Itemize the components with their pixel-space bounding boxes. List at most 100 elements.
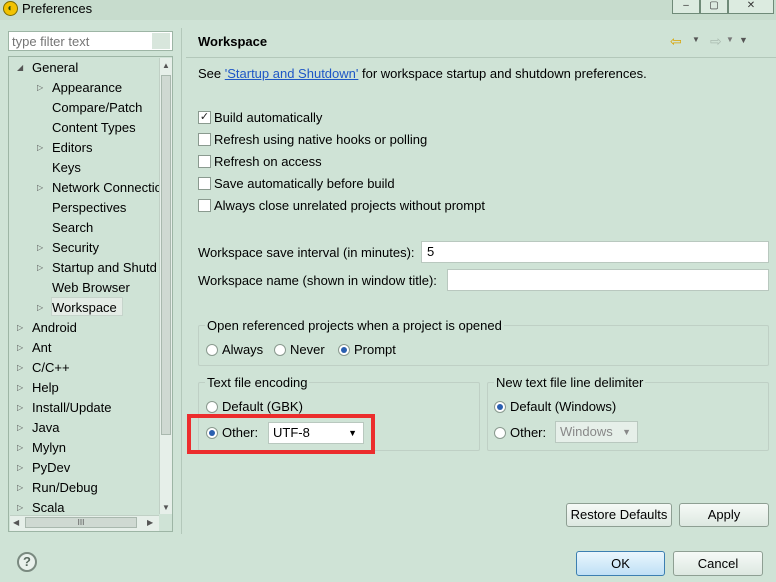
tree-item-label: Startup and Shutd [52, 260, 157, 275]
filter-input[interactable] [8, 31, 173, 51]
back-history-dropdown-icon[interactable]: ▼ [692, 35, 700, 44]
encoding-default-radio[interactable] [206, 401, 218, 413]
collapsed-arrow-icon[interactable]: ▷ [37, 258, 43, 278]
tree-vertical-scroll-thumb[interactable] [161, 75, 171, 435]
expanded-arrow-icon[interactable]: ◢ [17, 58, 23, 78]
scroll-left-arrow-icon[interactable]: ◀ [13, 518, 19, 527]
help-icon[interactable]: ? [17, 552, 37, 572]
eclipse-app-icon: ◐ [3, 1, 18, 16]
close-button[interactable]: ✕ [728, 0, 774, 14]
tree-item-security[interactable]: ▷ Security [9, 238, 159, 258]
delimiter-other-radio[interactable] [494, 427, 506, 439]
intro-prefix: See [198, 66, 225, 81]
collapsed-arrow-icon[interactable]: ▷ [17, 358, 23, 378]
cancel-button[interactable]: Cancel [673, 551, 763, 576]
tree-item-label: C/C++ [32, 360, 70, 375]
open-referenced-never-radio[interactable] [274, 344, 286, 356]
tree-item-search[interactable]: Search [9, 218, 159, 238]
collapsed-arrow-icon[interactable]: ▷ [37, 178, 43, 198]
header-separator [186, 57, 776, 58]
restore-defaults-button[interactable]: Restore Defaults [566, 503, 672, 527]
tree-item-workspace[interactable]: ▷ Workspace [9, 298, 159, 318]
refresh-on-access-checkbox[interactable] [198, 155, 211, 168]
tree-item-keys[interactable]: Keys [9, 158, 159, 178]
delimiter-default-radio[interactable] [494, 401, 506, 413]
tree-item-content-types[interactable]: Content Types [9, 118, 159, 138]
ok-button[interactable]: OK [576, 551, 665, 576]
tree-item-label: Workspace [52, 300, 117, 315]
collapsed-arrow-icon[interactable]: ▷ [17, 418, 23, 438]
tree-item-mylyn[interactable]: ▷ Mylyn [9, 438, 159, 458]
tree-item-help[interactable]: ▷ Help [9, 378, 159, 398]
tree-item-java[interactable]: ▷ Java [9, 418, 159, 438]
tree-item-ant[interactable]: ▷ Ant [9, 338, 159, 358]
collapsed-arrow-icon[interactable]: ▷ [17, 478, 23, 498]
forward-history-dropdown-icon[interactable]: ▼ [726, 35, 734, 44]
tree-item-android[interactable]: ▷ Android [9, 318, 159, 338]
tree-item-label: Content Types [52, 120, 136, 135]
build-automatically-label: Build automatically [214, 110, 323, 125]
tree-item-label: Web Browser [52, 280, 130, 295]
delimiter-other-label: Other: [510, 425, 547, 440]
tree-item-install-update[interactable]: ▷ Install/Update [9, 398, 159, 418]
tree-item-label: Perspectives [52, 200, 127, 215]
tree-item-web-browser[interactable]: Web Browser [9, 278, 159, 298]
tree-item-appearance[interactable]: ▷ Appearance [9, 78, 159, 98]
scroll-down-arrow-icon[interactable]: ▼ [162, 503, 170, 512]
line-delimiter-legend: New text file line delimiter [496, 375, 644, 390]
collapsed-arrow-icon[interactable]: ▷ [17, 438, 23, 458]
open-referenced-prompt-label: Prompt [354, 342, 396, 357]
forward-arrow-icon[interactable]: ⇨ [710, 33, 722, 50]
tree-item-label: Appearance [52, 80, 123, 95]
collapsed-arrow-icon[interactable]: ▷ [17, 318, 23, 338]
close-unrelated-projects-checkbox[interactable] [198, 199, 211, 212]
tree-item-editors[interactable]: ▷ Editors [9, 138, 159, 158]
delimiter-combo[interactable]: Windows ▼ [555, 421, 638, 443]
open-referenced-prompt-radio[interactable] [338, 344, 350, 356]
tree-item-label: Java [32, 420, 60, 435]
maximize-button[interactable]: ▢ [700, 0, 728, 14]
window-title: Preferences [22, 1, 93, 16]
startup-shutdown-link[interactable]: 'Startup and Shutdown' [225, 66, 359, 81]
apply-button[interactable]: Apply [679, 503, 769, 527]
collapsed-arrow-icon[interactable]: ▷ [37, 138, 43, 158]
tree-item-pydev[interactable]: ▷ PyDev [9, 458, 159, 478]
workspace-name-input[interactable] [447, 269, 769, 291]
refresh-native-hooks-label: Refresh using native hooks or polling [214, 132, 428, 147]
tree-item-network-connectio[interactable]: ▷ Network Connectio [9, 178, 162, 198]
tree-item-startup-and-shutd[interactable]: ▷ Startup and Shutd [9, 258, 159, 278]
collapsed-arrow-icon[interactable]: ▷ [17, 398, 23, 418]
tree-item-label: PyDev [32, 460, 71, 475]
intro-suffix: for workspace startup and shutdown prefe… [358, 66, 647, 81]
tree-item-label: Search [52, 220, 94, 235]
view-menu-icon[interactable]: ▼ [739, 35, 748, 45]
save-interval-input[interactable]: 5 [421, 241, 769, 263]
delimiter-combo-value: Windows [560, 424, 613, 439]
open-referenced-always-label: Always [222, 342, 264, 357]
refresh-native-hooks-checkbox[interactable] [198, 133, 211, 146]
tree-item-label: Run/Debug [32, 480, 98, 495]
encoding-default-label: Default (GBK) [222, 399, 303, 414]
collapsed-arrow-icon[interactable]: ▷ [37, 78, 43, 98]
clear-filter-icon[interactable] [152, 33, 170, 49]
back-arrow-icon[interactable]: ⇦ [670, 33, 682, 50]
tree-item-general[interactable]: ◢ General [9, 58, 159, 78]
collapsed-arrow-icon[interactable]: ▷ [37, 238, 43, 258]
open-referenced-always-radio[interactable] [206, 344, 218, 356]
tree-item-perspectives[interactable]: Perspectives [9, 198, 159, 218]
scroll-up-arrow-icon[interactable]: ▲ [162, 61, 170, 70]
tree-item-run-debug[interactable]: ▷ Run/Debug [9, 478, 159, 498]
save-before-build-checkbox[interactable] [198, 177, 211, 190]
tree-item-label: General [32, 60, 79, 75]
collapsed-arrow-icon[interactable]: ▷ [37, 298, 43, 318]
collapsed-arrow-icon[interactable]: ▷ [17, 458, 23, 478]
collapsed-arrow-icon[interactable]: ▷ [17, 338, 23, 358]
preferences-tree[interactable]: ◢ General ▷ Appearance Compare/Patch Content … [8, 56, 173, 532]
collapsed-arrow-icon[interactable]: ▷ [17, 378, 23, 398]
tree-item-compare-patch[interactable]: Compare/Patch [9, 98, 159, 118]
tree-horizontal-scroll-thumb[interactable]: III [25, 517, 137, 528]
minimize-button[interactable]: – [672, 0, 700, 14]
build-automatically-checkbox[interactable]: ✓ [198, 111, 211, 124]
scroll-right-arrow-icon[interactable]: ▶ [147, 518, 153, 527]
tree-item-c-c-[interactable]: ▷ C/C++ [9, 358, 159, 378]
